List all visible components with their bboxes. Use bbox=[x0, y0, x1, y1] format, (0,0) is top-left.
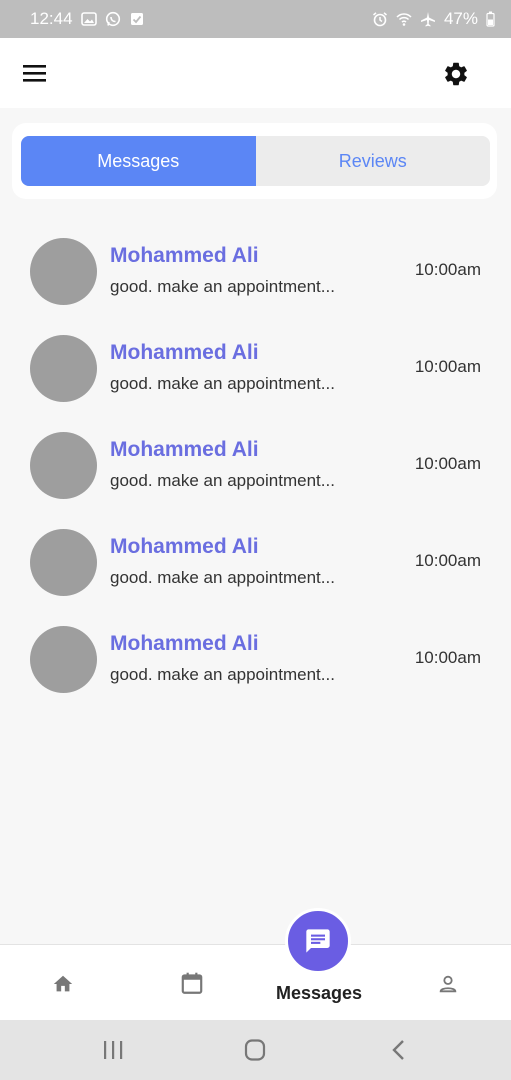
whatsapp-icon bbox=[105, 11, 121, 27]
message-preview: good. make an appointment... bbox=[110, 277, 335, 296]
message-time: 10:00am bbox=[414, 648, 481, 667]
avatar bbox=[30, 335, 97, 402]
gear-icon[interactable] bbox=[442, 60, 470, 88]
message-preview: good. make an appointment... bbox=[110, 374, 335, 393]
sender-name: Mohammed Ali bbox=[110, 535, 259, 558]
check-box-icon bbox=[129, 11, 145, 27]
app-header bbox=[0, 38, 511, 108]
calendar-icon[interactable] bbox=[178, 969, 206, 997]
sender-name: Mohammed Ali bbox=[110, 438, 259, 461]
system-nav-bar bbox=[0, 1020, 511, 1080]
message-item[interactable]: Mohammed Ali good. make an appointment..… bbox=[0, 612, 511, 709]
sender-name: Mohammed Ali bbox=[110, 632, 259, 655]
message-time: 10:00am bbox=[414, 551, 481, 570]
tab-reviews[interactable]: Reviews bbox=[256, 136, 491, 186]
status-bar: 12:44 47% bbox=[0, 0, 511, 38]
battery-percent: 47% bbox=[443, 9, 478, 28]
alarm-icon bbox=[372, 11, 388, 27]
avatar bbox=[30, 238, 97, 305]
hamburger-menu-icon[interactable] bbox=[22, 62, 48, 84]
wifi-icon bbox=[396, 11, 412, 27]
chat-icon[interactable] bbox=[285, 908, 351, 974]
image-icon bbox=[80, 11, 97, 27]
avatar bbox=[30, 626, 97, 693]
profile-icon[interactable] bbox=[435, 971, 461, 997]
status-right: 47% bbox=[372, 9, 495, 29]
airplane-icon bbox=[420, 11, 436, 27]
message-item[interactable]: Mohammed Ali good. make an appointment..… bbox=[0, 224, 511, 321]
back-icon[interactable] bbox=[386, 1038, 412, 1062]
message-preview: good. make an appointment... bbox=[110, 665, 335, 684]
bottom-nav: Messages bbox=[0, 944, 511, 1020]
battery-icon bbox=[486, 11, 495, 27]
message-item[interactable]: Mohammed Ali good. make an appointment..… bbox=[0, 515, 511, 612]
home-button-icon[interactable] bbox=[242, 1038, 268, 1062]
status-time: 12:44 bbox=[30, 9, 73, 28]
avatar bbox=[30, 529, 97, 596]
message-item[interactable]: Mohammed Ali good. make an appointment..… bbox=[0, 418, 511, 515]
message-time: 10:00am bbox=[414, 357, 481, 376]
tab-group: Messages Reviews bbox=[21, 136, 490, 186]
message-time: 10:00am bbox=[414, 454, 481, 473]
status-left: 12:44 bbox=[30, 9, 145, 29]
message-preview: good. make an appointment... bbox=[110, 568, 335, 587]
message-time: 10:00am bbox=[414, 260, 481, 279]
sender-name: Mohammed Ali bbox=[110, 244, 259, 267]
message-preview: good. make an appointment... bbox=[110, 471, 335, 490]
tab-card: Messages Reviews bbox=[12, 123, 497, 199]
home-icon[interactable] bbox=[50, 971, 76, 997]
message-list: Mohammed Ali good. make an appointment..… bbox=[0, 224, 511, 709]
message-item[interactable]: Mohammed Ali good. make an appointment..… bbox=[0, 321, 511, 418]
sender-name: Mohammed Ali bbox=[110, 341, 259, 364]
recents-icon[interactable] bbox=[100, 1038, 126, 1062]
tab-messages[interactable]: Messages bbox=[21, 136, 256, 186]
avatar bbox=[30, 432, 97, 499]
nav-label-messages[interactable]: Messages bbox=[260, 983, 378, 1004]
